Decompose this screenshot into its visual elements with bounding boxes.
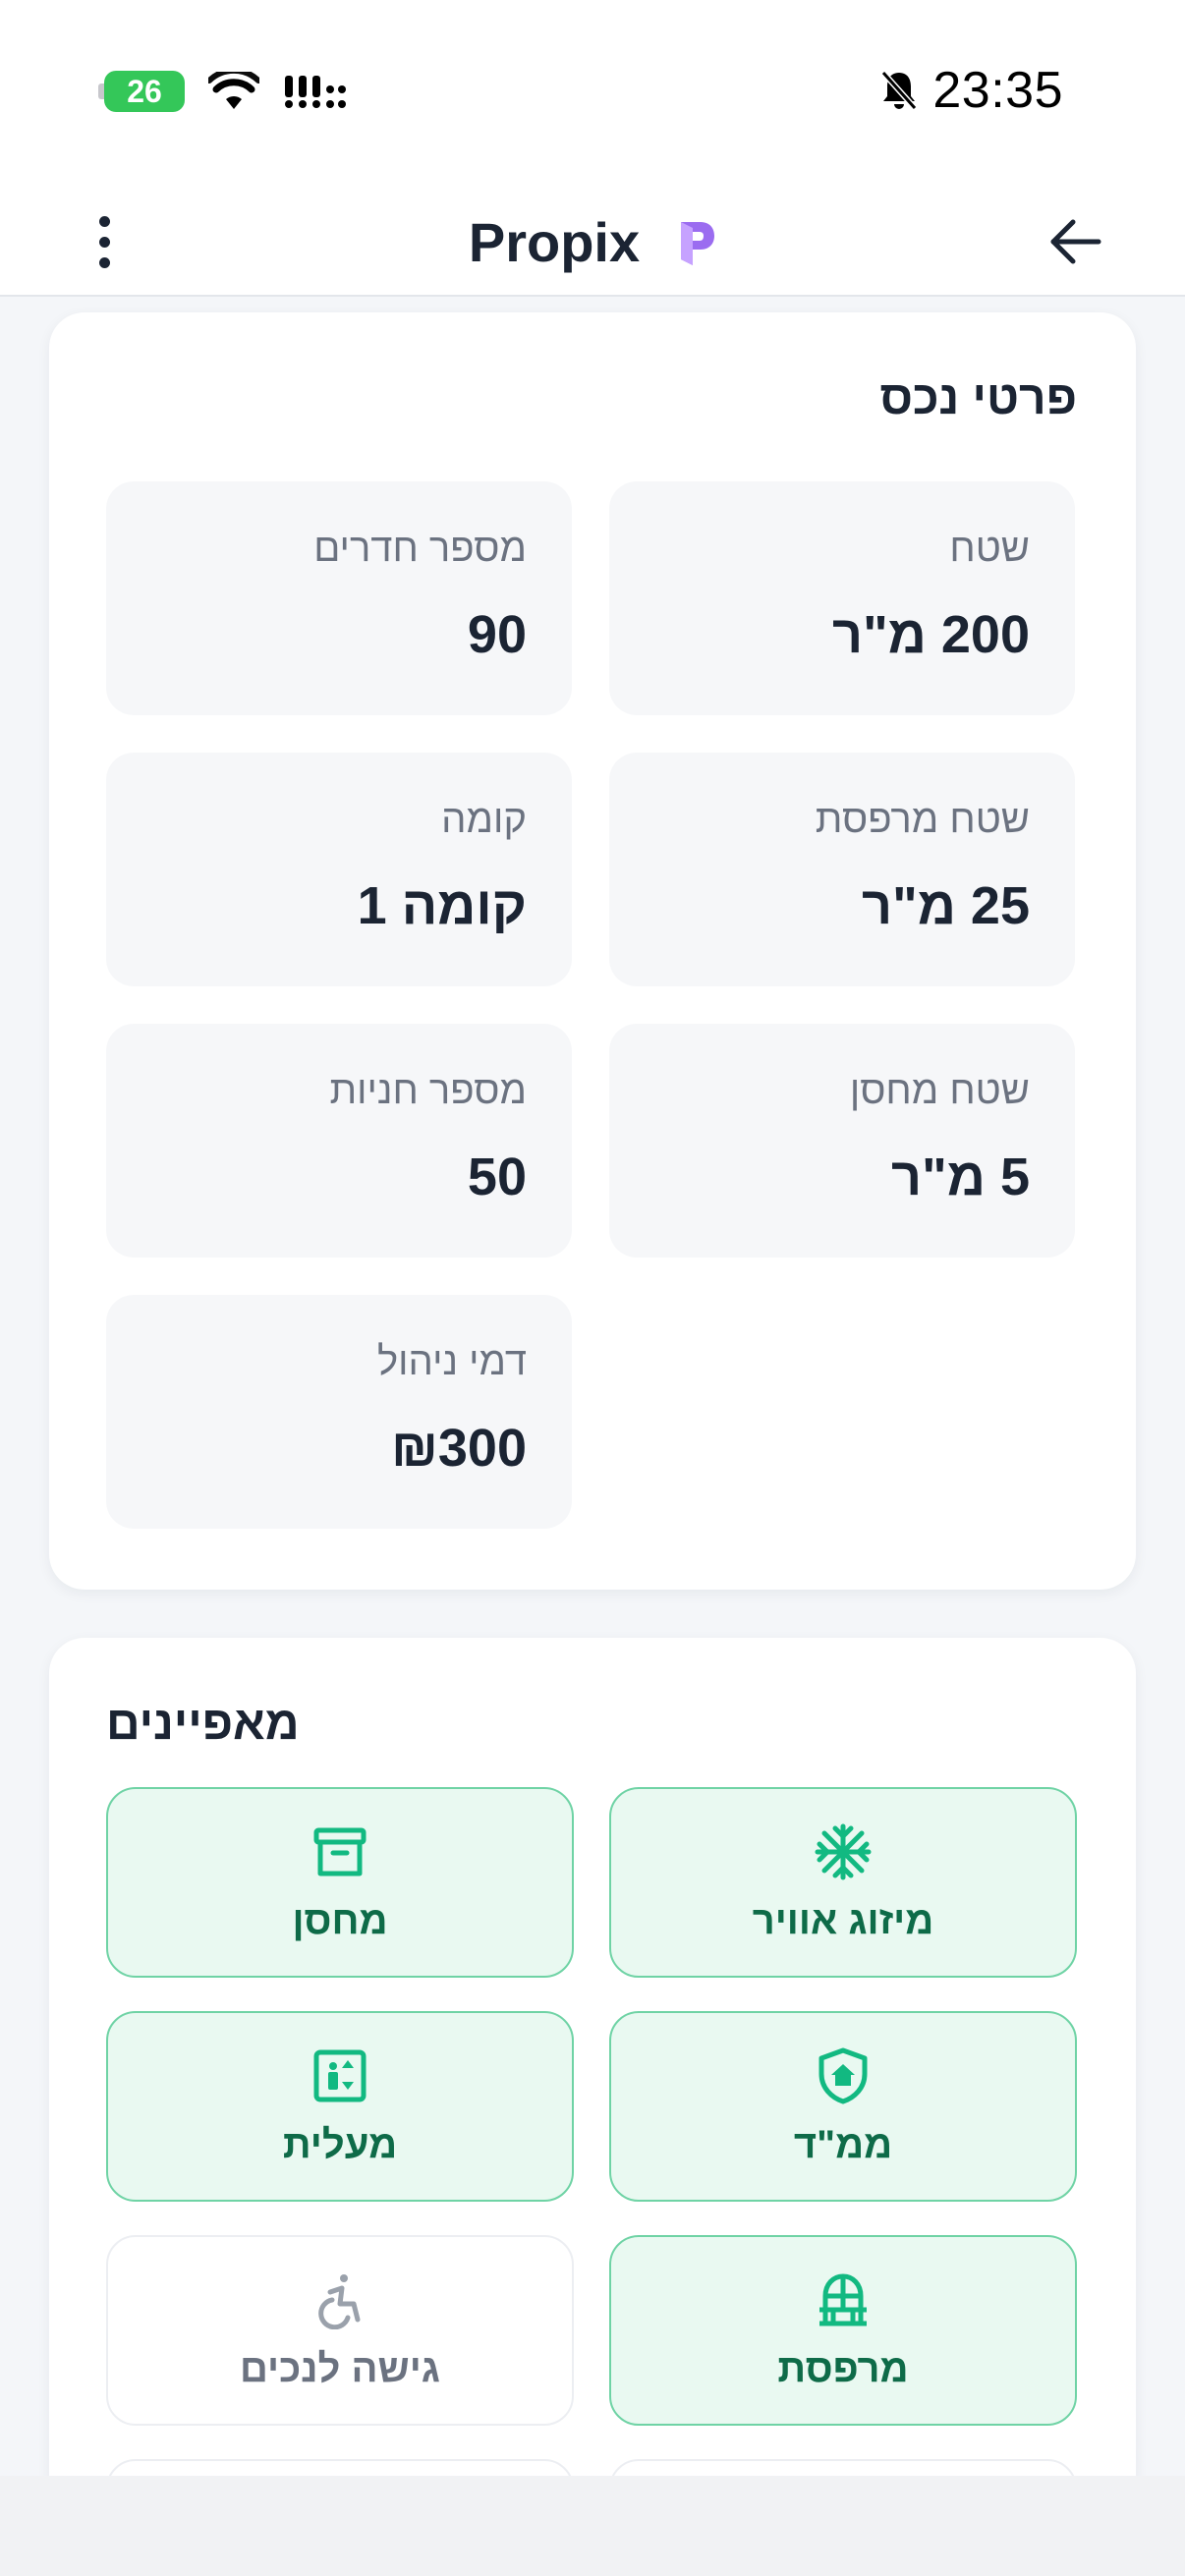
detail-value: ₪300 xyxy=(391,1419,527,1478)
snowflake-icon xyxy=(815,1823,872,1879)
top-app-bar: Propix xyxy=(0,187,1185,297)
feature-label: גישה לנכים xyxy=(240,2346,440,2390)
shield-home-icon xyxy=(818,2047,868,2103)
features-title: מאפיינים xyxy=(106,1698,300,1750)
detail-value: 90 xyxy=(467,605,527,664)
feature-balcony[interactable]: מרפסת xyxy=(609,2235,1077,2426)
detail-label: דמי ניהול xyxy=(376,1340,527,1383)
detail-label: שטח מרפסת xyxy=(815,798,1030,841)
feature-label: ממ"ד xyxy=(793,2122,893,2166)
detail-value: 5 מ"ר xyxy=(891,1148,1030,1206)
elevator-icon xyxy=(313,2049,367,2101)
detail-area: שטח 200 מ"ר xyxy=(609,481,1075,715)
detail-label: מספר חניות xyxy=(329,1069,527,1112)
detail-label: מספר חדרים xyxy=(313,527,527,570)
bottom-navigation-area xyxy=(0,2476,1185,2576)
detail-label: שטח xyxy=(949,527,1030,570)
title-wrap: Propix xyxy=(0,187,1185,297)
feature-air-conditioning[interactable]: מיזוג אוויר xyxy=(609,1787,1077,1978)
detail-value: 200 מ"ר xyxy=(831,605,1030,664)
feature-elevator[interactable]: מעלית xyxy=(106,2011,574,2202)
detail-label: שטח מחסן xyxy=(849,1069,1030,1112)
detail-parking: מספר חניות 50 xyxy=(106,1024,572,1258)
accessible-icon xyxy=(318,2273,361,2329)
feature-label: מרפסת xyxy=(777,2346,909,2390)
detail-management-fee: דמי ניהול ₪300 xyxy=(106,1295,572,1529)
balcony-door-icon xyxy=(819,2273,867,2325)
detail-value: 25 מ"ר xyxy=(861,876,1030,935)
property-details-title: פרטי נכס xyxy=(879,372,1077,424)
detail-balcony-area: שטח מרפסת 25 מ"ר xyxy=(609,753,1075,986)
feature-label: מחסן xyxy=(292,1898,388,1942)
app-title: Propix xyxy=(468,210,641,273)
storage-box-icon xyxy=(313,1827,367,1876)
feature-label: מיזוג אוויר xyxy=(752,1898,934,1942)
property-details-card: פרטי נכס שטח 200 מ"ר מספר חדרים 90 שטח מ… xyxy=(49,312,1136,1590)
feature-accessibility[interactable]: גישה לנכים xyxy=(106,2235,574,2426)
detail-storage-area: שטח מחסן 5 מ"ר xyxy=(609,1024,1075,1258)
features-card: מאפיינים מיזוג אוויר מחסן ממ"ד מעלית מרפ… xyxy=(49,1638,1136,2576)
status-left: 26 xyxy=(98,71,346,112)
bell-muted-icon xyxy=(881,71,918,110)
status-right: 23:35 xyxy=(879,61,1063,120)
detail-value: 50 xyxy=(467,1148,527,1206)
detail-label: קומה xyxy=(441,798,527,841)
battery-indicator: 26 xyxy=(98,71,185,112)
detail-value: קומה 1 xyxy=(357,876,527,935)
arrow-back-icon xyxy=(1050,219,1101,264)
wifi-icon xyxy=(208,72,259,109)
propix-logo-icon xyxy=(681,222,715,265)
battery-level: 26 xyxy=(127,73,162,109)
feature-safe-room[interactable]: ממ"ד xyxy=(609,2011,1077,2202)
cellular-signal-icon xyxy=(285,76,346,108)
feature-storage[interactable]: מחסן xyxy=(106,1787,574,1978)
detail-floor: קומה קומה 1 xyxy=(106,753,572,986)
back-button[interactable] xyxy=(1044,210,1106,273)
clock: 23:35 xyxy=(932,62,1063,119)
feature-label: מעלית xyxy=(282,2122,398,2166)
detail-rooms: מספר חדרים 90 xyxy=(106,481,572,715)
status-bar: 26 23:35 xyxy=(0,0,1185,187)
